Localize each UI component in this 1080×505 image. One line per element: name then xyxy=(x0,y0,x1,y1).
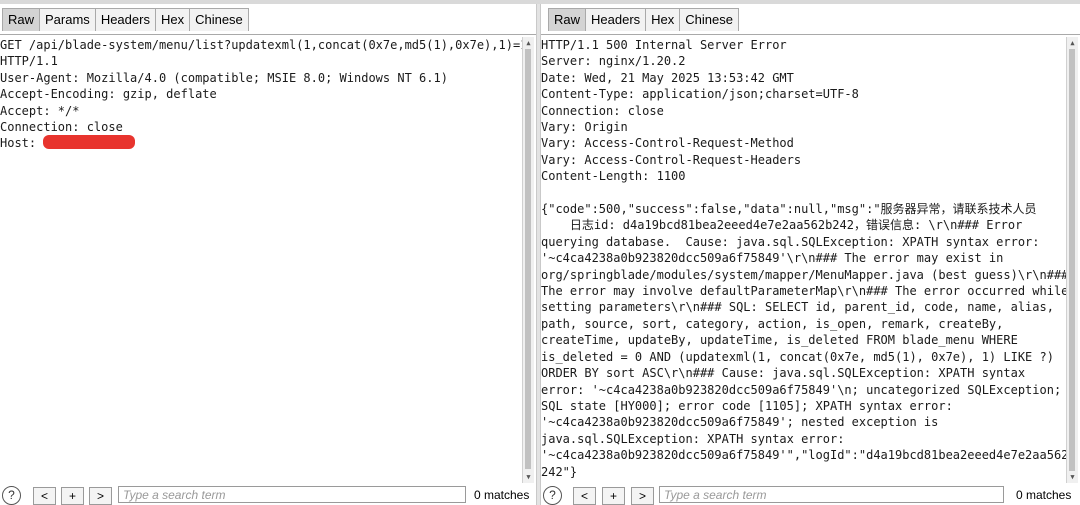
request-line: Accept-Encoding: gzip, deflate xyxy=(0,87,217,102)
tab-raw[interactable]: Raw xyxy=(548,8,587,31)
response-line: '~c4ca4238a0b923820dcc509a6f75849'","log… xyxy=(541,448,1066,463)
response-line: error: '~c4ca4238a0b923820dcc509a6f75849… xyxy=(541,382,1062,397)
request-line: User-Agent: Mozilla/4.0 (compatible; MSI… xyxy=(0,70,448,85)
request-scrollbar[interactable]: ▲ ▼ xyxy=(522,37,534,483)
tab-params[interactable]: Params xyxy=(39,8,96,31)
search-prev-button[interactable]: < xyxy=(573,487,596,505)
response-editor[interactable]: HTTP/1.1 500 Internal Server Error Server… xyxy=(541,37,1066,483)
response-line: Vary: Access-Control-Request-Headers xyxy=(541,152,802,167)
response-pane: Raw Headers Hex Chinese HTTP/1.1 500 Int… xyxy=(541,4,1080,505)
request-line: Accept: */* xyxy=(0,103,80,118)
scroll-thumb[interactable] xyxy=(1069,49,1075,471)
response-search-bar: ? < + > Type a search term 0 matches xyxy=(541,486,1080,505)
response-line: path, source, sort, category, action, is… xyxy=(541,316,1004,331)
response-line: createTime, updateBy, updateTime, is_del… xyxy=(541,333,1018,348)
response-line: Vary: Access-Control-Request-Method xyxy=(541,136,794,151)
response-line: Content-Length: 1100 xyxy=(541,169,686,184)
request-tabs: Raw Params Headers Hex Chinese xyxy=(2,8,249,34)
response-line: querying database. Cause: java.sql.SQLEx… xyxy=(541,234,1040,249)
response-line: java.sql.SQLException: XPATH syntax erro… xyxy=(541,431,845,446)
tab-hex[interactable]: Hex xyxy=(645,8,681,31)
response-line xyxy=(541,185,1066,201)
search-input[interactable]: Type a search term xyxy=(659,486,1004,503)
response-line: Content-Type: application/json;charset=U… xyxy=(541,87,859,102)
search-prev-button[interactable]: < xyxy=(33,487,56,505)
tab-divider xyxy=(541,34,1080,35)
request-line: GET /api/blade-system/menu/list?updatexm… xyxy=(0,38,522,52)
search-add-button[interactable]: + xyxy=(602,487,625,505)
scroll-thumb[interactable] xyxy=(525,49,531,469)
search-next-button[interactable]: > xyxy=(631,487,654,505)
tab-chinese[interactable]: Chinese xyxy=(679,8,739,31)
match-count: 0 matches xyxy=(1016,488,1072,502)
request-pane: Raw Params Headers Hex Chinese GET /api/… xyxy=(0,4,536,505)
response-line: 242"} xyxy=(541,464,578,479)
response-line: Date: Wed, 21 May 2025 13:53:42 GMT xyxy=(541,70,794,85)
host-label: Host: xyxy=(0,136,44,151)
response-line: 日志id: d4a19bcd81bea2eeed4e7e2aa562b242，错… xyxy=(541,218,1023,233)
response-line: is_deleted = 0 AND (updatexml(1, concat(… xyxy=(541,349,1054,364)
response-tabs: Raw Headers Hex Chinese xyxy=(548,8,739,34)
scroll-up-icon[interactable]: ▲ xyxy=(1068,38,1077,48)
search-add-button[interactable]: + xyxy=(61,487,84,505)
tab-raw[interactable]: Raw xyxy=(2,8,41,31)
request-line: Connection: close xyxy=(0,120,123,135)
request-line: HTTP/1.1 xyxy=(0,54,58,69)
search-input[interactable]: Type a search term xyxy=(118,486,466,503)
scroll-down-icon[interactable]: ▼ xyxy=(1068,472,1077,482)
response-line: ORDER BY sort ASC\r\n### Cause: java.sql… xyxy=(541,366,1026,381)
scroll-up-icon[interactable]: ▲ xyxy=(524,38,533,48)
response-line: setting parameters\r\n### SQL: SELECT id… xyxy=(541,300,1054,315)
host-redaction xyxy=(43,135,136,150)
response-line: SQL state [HY000]; error code [1105]; XP… xyxy=(541,398,953,413)
help-icon[interactable]: ? xyxy=(2,486,21,505)
tab-headers[interactable]: Headers xyxy=(585,8,647,31)
request-editor[interactable]: GET /api/blade-system/menu/list?updatexm… xyxy=(0,37,522,483)
response-line: org/springblade/modules/system/mapper/Me… xyxy=(541,267,1066,282)
response-line: '~c4ca4238a0b923820dcc509a6f75849'\r\n##… xyxy=(541,251,1004,266)
response-line: Connection: close xyxy=(541,103,664,118)
tab-chinese[interactable]: Chinese xyxy=(189,8,249,31)
response-line: Server: nginx/1.20.2 xyxy=(541,54,686,69)
tab-divider xyxy=(0,34,536,35)
scroll-down-icon[interactable]: ▼ xyxy=(524,472,533,482)
search-next-button[interactable]: > xyxy=(89,487,112,505)
response-line: '~c4ca4238a0b923820dcc509a6f75849'; nest… xyxy=(541,415,939,430)
tab-headers[interactable]: Headers xyxy=(94,8,156,31)
response-line: The error may involve defaultParameterMa… xyxy=(541,284,1066,299)
match-count: 0 matches xyxy=(474,488,530,502)
tab-hex[interactable]: Hex xyxy=(154,8,191,31)
response-line: {"code":500,"success":false,"data":null,… xyxy=(541,202,1037,217)
response-line: Vary: Origin xyxy=(541,120,628,135)
help-icon[interactable]: ? xyxy=(543,486,562,505)
response-line: HTTP/1.1 500 Internal Server Error xyxy=(541,38,787,52)
host-line: Host: xyxy=(0,135,522,151)
request-search-bar: ? < + > Type a search term 0 matches xyxy=(0,486,536,505)
response-scrollbar[interactable]: ▲ ▼ xyxy=(1066,37,1078,483)
